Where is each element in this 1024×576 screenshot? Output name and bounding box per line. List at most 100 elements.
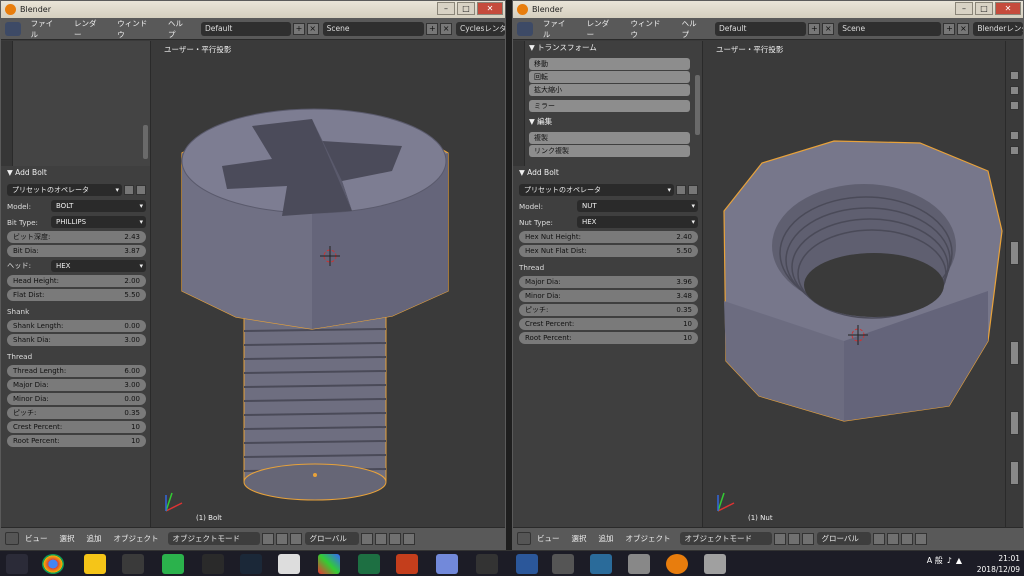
close-button[interactable]: ✕ xyxy=(477,2,503,15)
menu-render[interactable]: レンダー xyxy=(580,18,624,40)
app-icon[interactable] xyxy=(590,554,612,574)
close-button[interactable]: ✕ xyxy=(995,2,1021,15)
tool-tabs[interactable] xyxy=(513,41,525,166)
editor-type-icon[interactable] xyxy=(517,532,531,545)
menu-add[interactable]: 追加 xyxy=(81,533,108,544)
tray-ime[interactable]: A 般 xyxy=(927,555,943,566)
pitch-field[interactable]: ピッチ: 0.35 xyxy=(519,304,698,316)
app-icon[interactable] xyxy=(704,554,726,574)
nox-icon[interactable] xyxy=(476,554,498,574)
mode-selector[interactable]: オブジェクトモード xyxy=(679,532,772,545)
head-height-field[interactable]: Head Height: 2.00 xyxy=(7,275,146,287)
clock[interactable]: 21:01 2018/12/09 xyxy=(977,553,1020,575)
hex-nut-height-field[interactable]: Hex Nut Height: 2.40 xyxy=(519,231,698,243)
tool-icon[interactable] xyxy=(1010,101,1019,110)
bolt-model[interactable] xyxy=(152,41,506,529)
add-preset-icon[interactable] xyxy=(124,184,134,195)
add-layout-icon[interactable]: + xyxy=(808,22,821,35)
nut-model[interactable] xyxy=(704,41,1007,529)
scene-selector[interactable]: Scene xyxy=(322,21,425,36)
menu-object[interactable]: オブジェクト xyxy=(620,533,677,544)
nut-type-dropdown[interactable]: HEX xyxy=(577,216,698,228)
root-percent-field[interactable]: Root Percent: 10 xyxy=(7,435,146,447)
slider-icon[interactable] xyxy=(1010,411,1019,435)
word-icon[interactable] xyxy=(516,554,538,574)
layer-icon[interactable] xyxy=(360,532,373,545)
menu-window[interactable]: ウィンドウ xyxy=(110,18,161,40)
app-icon[interactable] xyxy=(202,554,224,574)
scale-button[interactable]: 拡大縮小 xyxy=(529,84,690,96)
powerpoint-icon[interactable] xyxy=(396,554,418,574)
tool-icon[interactable] xyxy=(1010,131,1019,140)
tool-tabs[interactable] xyxy=(1,41,13,166)
add-scene-icon[interactable]: + xyxy=(426,22,439,35)
add-scene-icon[interactable]: + xyxy=(943,22,956,35)
collapse-icon[interactable]: ▼ xyxy=(7,168,15,177)
3d-viewport[interactable]: ユーザー・平行投影 (1) Nut xyxy=(704,41,1005,527)
slider-icon[interactable] xyxy=(1010,461,1019,485)
collapse-icon[interactable]: ▼ xyxy=(519,168,527,177)
layer-icon[interactable] xyxy=(388,532,401,545)
start-button[interactable] xyxy=(6,554,28,574)
app-icon[interactable] xyxy=(628,554,650,574)
manipulator-icon[interactable] xyxy=(289,532,302,545)
root-percent-field[interactable]: Root Percent: 10 xyxy=(519,332,698,344)
preset-dropdown[interactable]: プリセットのオペレータ xyxy=(7,183,122,196)
tool-icon[interactable] xyxy=(1010,71,1019,80)
steam-icon[interactable] xyxy=(240,554,262,574)
hex-nut-flat-dist-field[interactable]: Hex Nut Flat Dist: 5.50 xyxy=(519,245,698,257)
network-icon[interactable]: ▲ xyxy=(956,556,962,565)
mirror-button[interactable]: ミラー xyxy=(529,100,690,112)
menu-view[interactable]: ビュー xyxy=(531,533,566,544)
remove-scene-icon[interactable]: × xyxy=(957,22,970,35)
tool-icon[interactable] xyxy=(1010,86,1019,95)
scrollbar[interactable] xyxy=(695,75,700,135)
lock-icon[interactable] xyxy=(914,532,927,545)
add-preset-icon[interactable] xyxy=(676,184,686,195)
menu-select[interactable]: 選択 xyxy=(54,533,81,544)
layer-icon[interactable] xyxy=(374,532,387,545)
pitch-field[interactable]: ピッチ: 0.35 xyxy=(7,407,146,419)
orientation-selector[interactable]: グローバル xyxy=(816,532,871,545)
excel-icon[interactable] xyxy=(358,554,380,574)
model-dropdown[interactable]: NUT xyxy=(577,200,698,212)
collapse-icon[interactable]: ▼ xyxy=(529,117,537,126)
collapse-icon[interactable]: ▼ xyxy=(529,43,537,52)
layout-selector[interactable]: Default xyxy=(200,21,292,36)
menu-select[interactable]: 選択 xyxy=(566,533,593,544)
layout-selector[interactable]: Default xyxy=(714,21,807,36)
maximize-button[interactable]: □ xyxy=(457,2,475,15)
kakaotalk-icon[interactable] xyxy=(84,554,106,574)
minor-dia-field[interactable]: Minor Dia: 0.00 xyxy=(7,393,146,405)
editor-type-icon[interactable] xyxy=(5,532,19,545)
menu-help[interactable]: ヘルプ xyxy=(675,18,711,40)
menu-file[interactable]: ファイル xyxy=(536,18,580,40)
line-icon[interactable] xyxy=(162,554,184,574)
shading-icon[interactable] xyxy=(773,532,786,545)
major-dia-field[interactable]: Major Dia: 3.00 xyxy=(7,379,146,391)
editor-type-icon[interactable] xyxy=(5,21,21,36)
lock-icon[interactable] xyxy=(402,532,415,545)
scrollbar[interactable] xyxy=(143,125,148,159)
link-duplicate-button[interactable]: リンク複製 xyxy=(529,145,690,157)
add-layout-icon[interactable]: + xyxy=(293,22,305,35)
mode-selector[interactable]: オブジェクトモード xyxy=(167,532,260,545)
render-engine-selector[interactable]: Cyclesレンダ xyxy=(455,21,505,36)
remove-preset-icon[interactable] xyxy=(688,184,698,195)
minor-dia-field[interactable]: Minor Dia: 3.48 xyxy=(519,290,698,302)
layer-icon[interactable] xyxy=(900,532,913,545)
blender-taskbar-icon[interactable] xyxy=(666,554,688,574)
3d-viewport[interactable]: ユーザー・平行投影 (1) Bolt xyxy=(152,41,505,527)
app-icon[interactable] xyxy=(318,554,340,574)
chrome-icon[interactable] xyxy=(42,554,64,574)
remove-layout-icon[interactable]: × xyxy=(822,22,835,35)
preset-dropdown[interactable]: プリセットのオペレータ xyxy=(519,183,674,196)
menu-view[interactable]: ビュー xyxy=(19,533,54,544)
slider-icon[interactable] xyxy=(1010,341,1019,365)
editor-type-icon[interactable] xyxy=(517,21,533,36)
app-icon[interactable] xyxy=(552,554,574,574)
shading-icon[interactable] xyxy=(261,532,274,545)
app-icon[interactable] xyxy=(278,554,300,574)
scene-selector[interactable]: Scene xyxy=(838,21,942,36)
flat-dist-field[interactable]: Flat Dist: 5.50 xyxy=(7,289,146,301)
